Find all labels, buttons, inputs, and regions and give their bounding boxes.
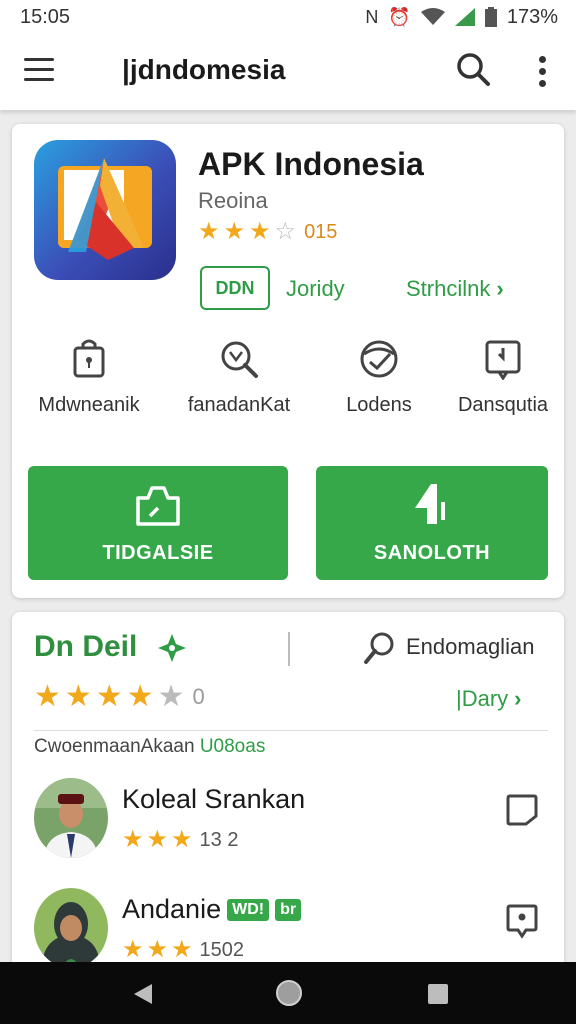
app-bar: |jdndomesia bbox=[0, 34, 576, 110]
subheading-mid: Akaan bbox=[140, 736, 195, 757]
recent-apps-icon[interactable] bbox=[428, 984, 448, 1004]
reviews-title: Dn Deil bbox=[34, 630, 138, 663]
wifi-icon bbox=[420, 8, 445, 25]
avatar bbox=[34, 888, 108, 968]
more-options-icon[interactable] bbox=[528, 52, 556, 92]
comment-icon[interactable] bbox=[504, 792, 540, 828]
day-filter-label: |Dary bbox=[456, 686, 509, 711]
feature-label: Mdwneanik bbox=[38, 394, 140, 416]
feature-item[interactable]: Mdwneanik bbox=[20, 338, 158, 417]
secondary-action-button[interactable]: SANOLOTH bbox=[316, 466, 548, 580]
star-half-icon: ★ bbox=[171, 826, 193, 853]
battery-percent: 173% bbox=[506, 5, 558, 28]
primary-action-button[interactable]: TIDGALSIE bbox=[28, 466, 288, 580]
sparkle-icon bbox=[158, 634, 186, 662]
home-icon[interactable] bbox=[276, 980, 302, 1006]
avatar bbox=[34, 778, 108, 858]
feature-label: Lodens bbox=[346, 394, 412, 416]
system-nav-bar bbox=[0, 962, 576, 1024]
lock-icon bbox=[73, 339, 105, 378]
nfc-icon: N bbox=[365, 6, 379, 27]
star-icon: ★ bbox=[122, 936, 144, 963]
app-detail-card: APK Indonesia Reoina ★ ★ ★ ☆ 015 DDN Jor… bbox=[12, 124, 564, 598]
back-icon[interactable] bbox=[132, 982, 154, 1006]
app-link[interactable]: Joridy bbox=[286, 276, 345, 302]
install-icon bbox=[136, 486, 180, 526]
star-icon: ★ bbox=[34, 680, 61, 713]
subheading-text: Cwoenmaan bbox=[34, 736, 141, 757]
status-icons: N ⏰ 173% bbox=[365, 6, 558, 29]
review-rating: ★ ★ ★ 13 2 bbox=[122, 828, 238, 852]
rating-count: 015 bbox=[304, 220, 338, 243]
chevron-right-icon: › bbox=[514, 686, 522, 711]
app-chip-button[interactable]: DDN bbox=[200, 266, 270, 310]
secondary-action-label: SANOLOTH bbox=[373, 542, 491, 564]
book-icon bbox=[485, 340, 521, 380]
review-rating-number: 13 2 bbox=[199, 828, 239, 851]
day-filter-link[interactable]: |Dary › bbox=[456, 686, 522, 712]
app-publisher: Reoina bbox=[198, 188, 268, 213]
search-icon[interactable] bbox=[454, 50, 494, 90]
overall-rating: ★ ★ ★ ★ ★ 0 bbox=[34, 682, 205, 712]
star-outline-icon: ★ bbox=[157, 680, 185, 713]
overall-rating-number: 0 bbox=[192, 684, 205, 709]
app-bar-title: |jdndomesia bbox=[122, 54, 286, 85]
feature-item[interactable]: fanadanKat bbox=[170, 338, 308, 417]
star-icon: ★ bbox=[249, 218, 271, 245]
feature-label: fanadanKat bbox=[187, 394, 291, 416]
reviewer-badge: br bbox=[275, 899, 302, 921]
app-rating: ★ ★ ★ ☆ 015 bbox=[198, 220, 337, 244]
star-icon: ★ bbox=[122, 826, 144, 853]
star-icon: ★ bbox=[146, 936, 169, 963]
magnifier-icon bbox=[221, 341, 258, 378]
reviews-subheading: CwoenmaanAkaan U08oas bbox=[34, 736, 265, 758]
reviews-card: Dn Deil Endomaglian ★ ★ ★ ★ ★ 0 |Dary › C… bbox=[12, 612, 564, 972]
star-icon: ★ bbox=[126, 680, 154, 713]
star-icon: ★ bbox=[146, 826, 169, 853]
chevron-right-icon: › bbox=[496, 276, 504, 301]
share-icon bbox=[415, 484, 445, 524]
app-name: APK Indonesia bbox=[198, 146, 424, 182]
search-reviews-icon[interactable] bbox=[362, 630, 398, 666]
review-rating: ★ ★ ★ 1502 bbox=[122, 938, 244, 962]
reviewer-name: Andanie WD! br bbox=[122, 894, 302, 925]
primary-action-label: TIDGALSIE bbox=[102, 542, 214, 564]
app-more-link-label: Strhcilnk bbox=[406, 276, 491, 301]
check-badge-icon bbox=[360, 340, 398, 378]
feature-label: Dansqutia bbox=[457, 394, 549, 416]
app-more-link[interactable]: Strhcilnk › bbox=[406, 276, 504, 302]
search-reviews-label[interactable]: Endomaglian bbox=[406, 634, 534, 660]
star-icon: ★ bbox=[223, 218, 246, 245]
review-item[interactable]: Koleal Srankan ★ ★ ★ 13 2 bbox=[12, 772, 564, 872]
reviewer-name-text: Andanie bbox=[122, 894, 222, 924]
location-pin-icon[interactable] bbox=[504, 902, 540, 940]
alarm-icon: ⏰ bbox=[388, 6, 411, 27]
reviewer-name: Koleal Srankan bbox=[122, 784, 306, 814]
divider bbox=[34, 730, 548, 731]
star-outline-icon: ☆ bbox=[274, 218, 297, 245]
star-half-icon: ★ bbox=[171, 936, 193, 963]
status-time: 15:05 bbox=[20, 5, 71, 28]
battery-icon bbox=[484, 7, 497, 27]
reviewer-badge: WD! bbox=[227, 899, 270, 921]
feature-item[interactable]: Dansqutia bbox=[434, 338, 572, 417]
app-logo-icon bbox=[34, 140, 176, 280]
status-bar: 15:05 N ⏰ 173% bbox=[0, 0, 576, 34]
star-icon: ★ bbox=[95, 680, 123, 713]
star-icon: ★ bbox=[64, 680, 92, 713]
menu-icon[interactable] bbox=[24, 58, 54, 84]
divider bbox=[288, 632, 290, 666]
feature-item[interactable]: Lodens bbox=[310, 338, 448, 417]
review-rating-number: 1502 bbox=[199, 938, 245, 961]
subheading-highlight: U08oas bbox=[199, 736, 266, 757]
signal-icon bbox=[454, 8, 475, 26]
star-icon: ★ bbox=[198, 218, 220, 245]
